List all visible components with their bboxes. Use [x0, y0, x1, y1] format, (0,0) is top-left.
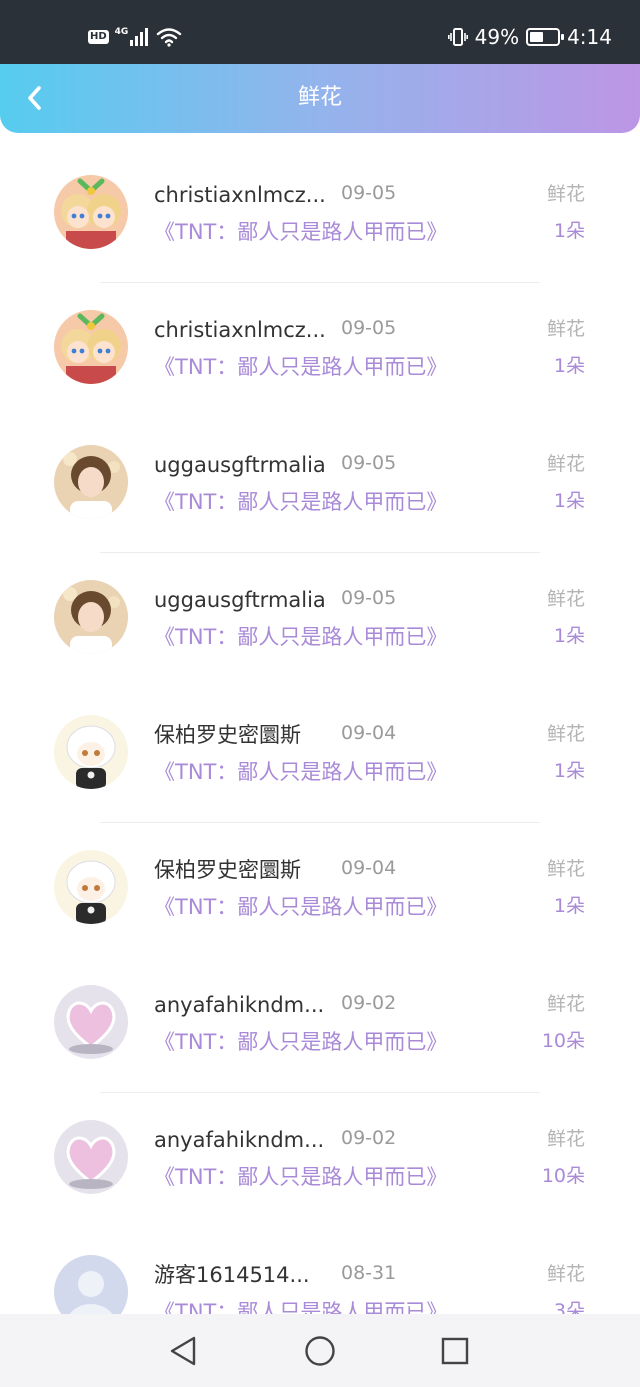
gift-quantity: 1朵 [553, 625, 585, 647]
list-item[interactable]: christiaxnlmcz... 09-05 《TNT：鄙人只是路人甲而已》 鲜花 1… [0, 283, 640, 418]
pink-heart-avatar [54, 1120, 128, 1194]
wifi-icon [157, 28, 182, 47]
gift-quantity: 10朵 [541, 1030, 585, 1052]
white-hair-anime-avatar [54, 850, 128, 924]
username[interactable]: christiaxnlmcz... [154, 317, 326, 343]
gift-type: 鲜花 [546, 993, 585, 1015]
network-type: 4G [114, 27, 129, 37]
username[interactable]: uggausgftrmalia [154, 452, 326, 478]
username[interactable]: uggausgftrmalia [154, 587, 326, 613]
book-title[interactable]: 《TNT：鄙人只是路人甲而已》 [154, 623, 447, 651]
book-title[interactable]: 《TNT：鄙人只是路人甲而已》 [154, 353, 447, 381]
avatar[interactable] [54, 715, 128, 789]
gift-quantity: 1朵 [553, 355, 585, 377]
hd-badge: HD [88, 30, 109, 44]
avatar[interactable] [54, 445, 128, 519]
girl-photo-avatar [54, 445, 128, 519]
username[interactable]: 保柏罗史密圜斯 [154, 857, 326, 883]
anime-twins-avatar [54, 175, 128, 249]
date: 08-31 [341, 1262, 397, 1284]
avatar[interactable] [54, 1255, 128, 1314]
gift-type: 鲜花 [546, 723, 585, 745]
gift-type: 鲜花 [546, 1128, 585, 1150]
book-title[interactable]: 《TNT：鄙人只是路人甲而已》 [154, 1028, 447, 1056]
book-title[interactable]: 《TNT：鄙人只是路人甲而已》 [154, 758, 447, 786]
app-bar: 鲜花 [0, 64, 640, 133]
avatar[interactable] [54, 175, 128, 249]
avatar[interactable] [54, 850, 128, 924]
system-nav-bar [0, 1314, 640, 1387]
date: 09-05 [341, 587, 397, 609]
pink-heart-avatar [54, 985, 128, 1059]
book-title[interactable]: 《TNT：鄙人只是路人甲而已》 [154, 893, 447, 921]
username[interactable]: 保柏罗史密圜斯 [154, 722, 326, 748]
gift-type: 鲜花 [546, 858, 585, 880]
gift-quantity: 10朵 [541, 1165, 585, 1187]
book-title[interactable]: 《TNT：鄙人只是路人甲而已》 [154, 488, 447, 516]
date: 09-02 [341, 1127, 397, 1149]
girl-photo-avatar [54, 580, 128, 654]
book-title[interactable]: 《TNT：鄙人只是路人甲而已》 [154, 1298, 447, 1314]
gift-quantity: 3朵 [553, 1300, 585, 1314]
avatar[interactable] [54, 1120, 128, 1194]
list-item[interactable]: uggausgftrmalia 09-05 《TNT：鄙人只是路人甲而已》 鲜花 1朵 [0, 418, 640, 553]
recents-square-icon [441, 1337, 469, 1365]
gift-quantity: 1朵 [553, 895, 585, 917]
avatar[interactable] [54, 985, 128, 1059]
battery-level [530, 32, 543, 42]
username[interactable]: 游客1614514... [154, 1262, 326, 1288]
list-scroll-area[interactable]: christiaxnlmcz... 09-05 《TNT：鄙人只是路人甲而已》 鲜花 1… [0, 148, 640, 1314]
list-item[interactable]: 保柏罗史密圜斯 09-04 《TNT：鄙人只是路人甲而已》 鲜花 1朵 [0, 688, 640, 823]
list-item[interactable]: 游客1614514... 08-31 《TNT：鄙人只是路人甲而已》 鲜花 3朵 [0, 1228, 640, 1314]
battery-percent: 49% [474, 25, 520, 49]
gift-type: 鲜花 [546, 453, 585, 475]
list-item[interactable]: anyafahikndm... 09-02 《TNT：鄙人只是路人甲而已》 鲜花 10朵 [0, 958, 640, 1093]
battery-icon [526, 28, 565, 46]
avatar[interactable] [54, 580, 128, 654]
flower-list: christiaxnlmcz... 09-05 《TNT：鄙人只是路人甲而已》 鲜花 1… [0, 148, 640, 1314]
gift-type: 鲜花 [546, 318, 585, 340]
gift-type: 鲜花 [546, 183, 585, 205]
book-title[interactable]: 《TNT：鄙人只是路人甲而已》 [154, 218, 447, 246]
gift-quantity: 1朵 [553, 760, 585, 782]
list-item[interactable]: christiaxnlmcz... 09-05 《TNT：鄙人只是路人甲而已》 鲜花 1… [0, 148, 640, 283]
default-user-avatar [54, 1255, 128, 1314]
date: 09-04 [341, 722, 397, 744]
date: 09-05 [341, 452, 397, 474]
status-left: HD 4G [88, 27, 182, 47]
anime-twins-avatar [54, 310, 128, 384]
date: 09-05 [341, 317, 397, 339]
nav-home-button[interactable] [302, 1333, 338, 1369]
gift-type: 鲜花 [546, 1263, 585, 1285]
username[interactable]: christiaxnlmcz... [154, 182, 326, 208]
date: 09-02 [341, 992, 397, 1014]
date: 09-04 [341, 857, 397, 879]
gift-quantity: 1朵 [553, 220, 585, 242]
status-bar: HD 4G 49% 4:14 [0, 0, 640, 64]
date: 09-05 [341, 182, 397, 204]
gift-quantity: 1朵 [553, 490, 585, 512]
home-circle-icon [305, 1336, 335, 1366]
username[interactable]: anyafahikndm... [154, 992, 326, 1018]
username[interactable]: anyafahikndm... [154, 1127, 326, 1153]
back-triangle-icon [170, 1336, 196, 1366]
book-title[interactable]: 《TNT：鄙人只是路人甲而已》 [154, 1163, 447, 1191]
clock: 4:14 [567, 25, 612, 49]
nav-recents-button[interactable] [437, 1333, 473, 1369]
gift-type: 鲜花 [546, 588, 585, 610]
nav-back-button[interactable] [165, 1333, 201, 1369]
list-item[interactable]: anyafahikndm... 09-02 《TNT：鄙人只是路人甲而已》 鲜花 10朵 [0, 1093, 640, 1228]
signal-icon [130, 28, 149, 46]
avatar[interactable] [54, 310, 128, 384]
vibrate-icon [447, 28, 468, 46]
list-item[interactable]: 保柏罗史密圜斯 09-04 《TNT：鄙人只是路人甲而已》 鲜花 1朵 [0, 823, 640, 958]
page-title: 鲜花 [297, 85, 342, 110]
status-right: 49% 4:14 [447, 25, 612, 49]
list-item[interactable]: uggausgftrmalia 09-05 《TNT：鄙人只是路人甲而已》 鲜花 1朵 [0, 553, 640, 688]
white-hair-anime-avatar [54, 715, 128, 789]
